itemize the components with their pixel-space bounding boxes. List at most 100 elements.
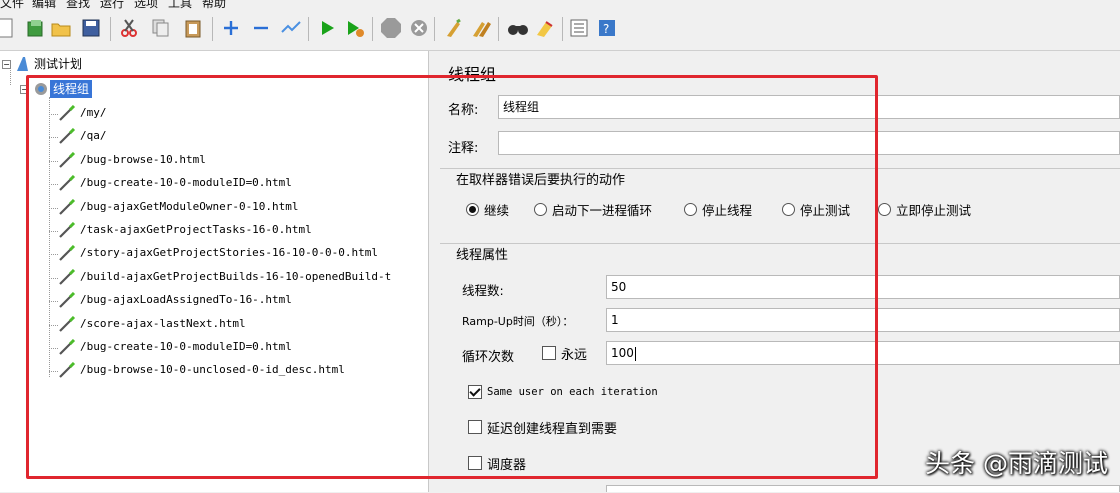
scheduler-checkbox[interactable]: 调度器 — [468, 453, 526, 473]
radio-stop-test[interactable]: 停止测试 — [782, 199, 850, 219]
radio-indicator — [534, 202, 547, 216]
save-icon[interactable] — [80, 17, 102, 39]
menu-edit[interactable]: 编辑 — [32, 0, 56, 9]
text-cursor — [634, 346, 636, 361]
sampler-label: /bug-browse-10-0-unclosed-0-id_desc.html — [80, 363, 345, 377]
http-sampler-icon — [59, 175, 76, 191]
forever-checkbox[interactable]: 永远 — [542, 343, 587, 363]
copy-icon[interactable] — [150, 17, 172, 39]
radio-label: 立即停止测试 — [896, 202, 972, 218]
next-field-partial[interactable] — [606, 485, 1120, 492]
sampler-label: /bug-ajaxLoadAssignedTo-16-.html — [80, 293, 292, 307]
open-icon[interactable] — [50, 17, 72, 39]
radio-indicator — [466, 202, 479, 216]
same-user-checkbox-box — [468, 385, 482, 399]
menu-file[interactable]: 文件 — [0, 0, 24, 9]
delay-thread-creation-checkbox[interactable]: 延迟创建线程直到需要 — [468, 417, 617, 437]
rampup-label: Ramp-Up时间（秒）： — [462, 315, 574, 328]
tree-group-label: 线程组 — [50, 80, 93, 98]
panel-title: 线程组 — [448, 65, 497, 84]
sampler-label: /build-ajaxGetProjectBuilds-16-10-opened… — [80, 269, 392, 283]
stop-icon[interactable] — [380, 17, 402, 39]
svg-text:?: ? — [603, 22, 609, 36]
clear-all-icon[interactable] — [470, 17, 492, 39]
sampler-label: /score-ajax-lastNext.html — [80, 316, 246, 330]
start-icon[interactable] — [316, 17, 338, 39]
http-sampler-icon — [59, 198, 76, 215]
loop-count-label: 循环次数 — [462, 350, 515, 365]
radio-stop-thread[interactable]: 停止线程 — [684, 199, 752, 219]
rampup-field[interactable]: 1 — [606, 308, 1120, 332]
paste-icon[interactable] — [182, 17, 204, 39]
error-action-title: 在取样器错误后要执行的动作 — [456, 173, 626, 188]
forever-label: 永远 — [561, 347, 588, 363]
http-sampler-icon — [59, 105, 76, 121]
name-label: 名称: — [448, 103, 479, 118]
menu-options[interactable]: 选项 — [134, 0, 158, 9]
new-icon[interactable] — [0, 17, 16, 39]
radio-stop-test-now[interactable]: 立即停止测试 — [878, 199, 971, 219]
tree-collapse-toggle[interactable]: − — [2, 60, 11, 69]
menu-help[interactable]: 帮助 — [202, 0, 226, 9]
start-no-pause-icon[interactable] — [344, 17, 366, 39]
same-user-label: Same user on each iteration — [487, 386, 658, 398]
sampler-label: /qa/ — [80, 129, 107, 143]
threads-field[interactable]: 50 — [606, 275, 1120, 299]
radio-indicator — [878, 202, 891, 216]
comment-field[interactable] — [498, 131, 1120, 155]
thread-props-title: 线程属性 — [456, 248, 509, 263]
threads-label: 线程数: — [462, 283, 504, 298]
templates-icon[interactable] — [24, 17, 46, 39]
tree-collapse-toggle[interactable]: − — [20, 85, 29, 94]
shutdown-icon[interactable] — [408, 17, 430, 39]
menu-bar: 文件 编辑 查找 运行 选项 工具 帮助 — [0, 0, 1120, 9]
expand-icon[interactable] — [220, 17, 242, 39]
reset-search-icon[interactable] — [534, 17, 556, 39]
toolbar: ? — [0, 9, 1120, 51]
http-sampler-icon — [59, 339, 76, 355]
http-sampler-icon — [59, 151, 76, 168]
gear-icon — [35, 83, 47, 95]
toggle-icon[interactable] — [280, 17, 302, 39]
sampler-label: /story-ajaxGetProjectStories-16-10-0-0-0… — [80, 246, 379, 260]
menu-tools[interactable]: 工具 — [168, 0, 192, 9]
http-sampler-icon — [59, 362, 76, 379]
radio-continue[interactable]: 继续 — [466, 199, 509, 219]
http-sampler-icon — [59, 222, 76, 238]
loop-count-field[interactable]: 100 — [606, 341, 1120, 365]
http-sampler-icon — [59, 128, 76, 145]
http-sampler-icon — [59, 315, 76, 332]
delay-label: 延迟创建线程直到需要 — [487, 421, 618, 437]
loop-count-value: 100 — [611, 346, 634, 360]
cut-icon[interactable] — [118, 17, 140, 39]
radio-label: 继续 — [484, 202, 510, 218]
sampler-label: /bug-create-10-0-moduleID=0.html — [80, 340, 292, 353]
forever-checkbox-box — [542, 346, 556, 360]
radio-indicator — [684, 202, 697, 216]
radio-label: 停止线程 — [702, 202, 753, 218]
scheduler-label: 调度器 — [487, 457, 527, 473]
radio-start-next-loop[interactable]: 启动下一进程循环 — [534, 199, 652, 219]
menu-search[interactable]: 查找 — [66, 0, 90, 9]
radio-label: 停止测试 — [800, 202, 851, 218]
collapse-icon[interactable] — [250, 17, 272, 39]
sampler-label: /bug-ajaxGetModuleOwner-0-10.html — [80, 199, 299, 213]
test-plan-tree: − 测试计划 − 线程组 /my/ /qa/ /bug-browse-10.html… — [0, 51, 429, 492]
sampler-label: /bug-create-10-0-moduleID=0.html — [80, 176, 292, 190]
help-icon[interactable]: ? — [596, 17, 618, 39]
sampler-label: /bug-browse-10.html — [80, 152, 206, 166]
http-sampler-icon — [59, 292, 76, 308]
http-sampler-icon — [59, 268, 76, 285]
function-helper-icon[interactable] — [568, 17, 590, 39]
tree-root-label: 测试计划 — [34, 57, 83, 71]
radio-label: 启动下一进程循环 — [552, 202, 653, 218]
search-icon[interactable] — [506, 17, 528, 39]
radio-indicator — [782, 202, 795, 216]
same-user-checkbox[interactable]: Same user on each iteration — [468, 382, 658, 402]
next-row-partial — [460, 485, 580, 492]
name-field[interactable]: 线程组 — [498, 95, 1120, 119]
sampler-label: /my/ — [80, 106, 107, 119]
clear-icon[interactable] — [442, 17, 464, 39]
delay-checkbox-box — [468, 420, 482, 434]
menu-run[interactable]: 运行 — [100, 0, 124, 9]
